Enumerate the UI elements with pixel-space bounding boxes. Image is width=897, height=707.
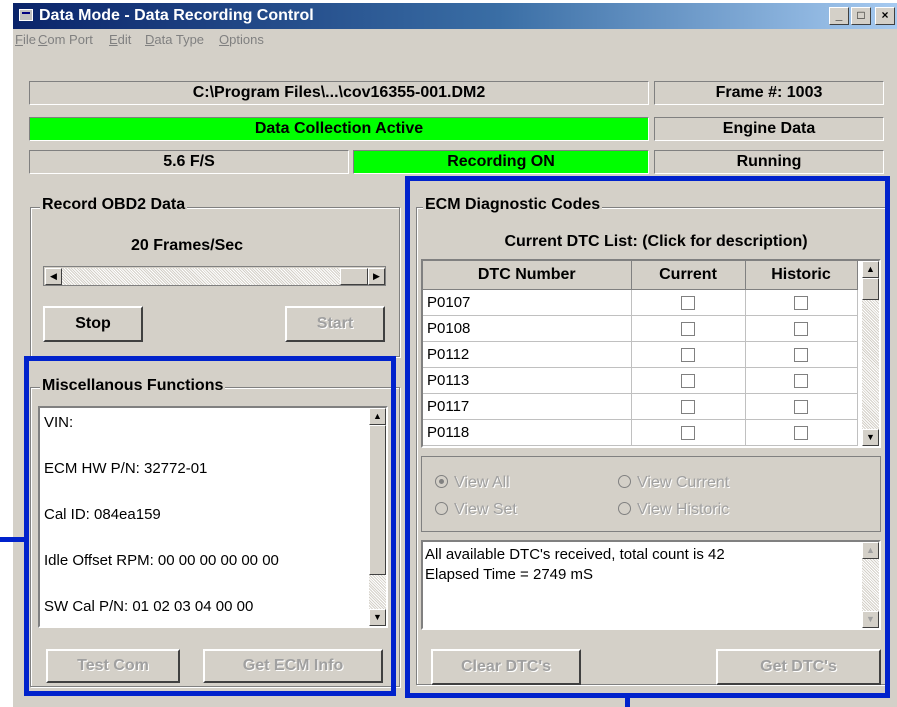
menu-file[interactable]: File (15, 29, 36, 51)
menu-edit[interactable]: Edit (109, 29, 131, 51)
frames-rate-label: 20 Frames/Sec (131, 237, 244, 254)
frame-rate-slider[interactable]: ◀ ▶ (43, 266, 386, 286)
title-bar[interactable]: Data Mode - Data Recording Control _ □ × (13, 3, 897, 29)
recording-status: Recording ON (353, 150, 649, 174)
maximize-button[interactable]: □ (851, 7, 871, 25)
frame-counter: Frame #: 1003 (654, 81, 884, 105)
collection-status: Data Collection Active (29, 117, 649, 141)
engine-state: Running (654, 150, 884, 174)
file-path-display: C:\Program Files\...\cov16355-001.DM2 (29, 81, 649, 105)
menu-data-type[interactable]: Data Type (145, 29, 204, 51)
slider-track[interactable] (62, 268, 340, 285)
highlight-connector-left (0, 537, 26, 542)
menu-com-port[interactable]: Com Port (38, 29, 93, 51)
highlight-connector-bottom (625, 696, 630, 707)
slider-right-arrow[interactable]: ▶ (368, 268, 385, 285)
window-title: Data Mode - Data Recording Control (39, 7, 314, 24)
slider-thumb[interactable] (340, 268, 368, 285)
record-group-label: Record OBD2 Data (40, 196, 188, 214)
close-button[interactable]: × (875, 7, 895, 25)
rate-display: 5.6 F/S (29, 150, 349, 174)
minimize-button[interactable]: _ (829, 7, 849, 25)
highlight-misc-functions (24, 356, 396, 696)
slider-left-arrow[interactable]: ◀ (45, 268, 62, 285)
start-button[interactable]: Start (285, 306, 385, 342)
highlight-ecm-codes (405, 176, 890, 698)
menu-options[interactable]: Options (219, 29, 264, 51)
stop-button[interactable]: Stop (43, 306, 143, 342)
data-type-display: Engine Data (654, 117, 884, 141)
menu-bar: File Com Port Edit Data Type Options (13, 29, 897, 51)
app-icon (19, 9, 33, 21)
